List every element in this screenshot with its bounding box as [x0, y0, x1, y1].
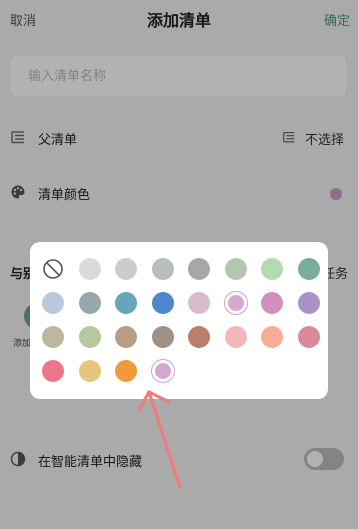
- color-swatch[interactable]: [151, 258, 174, 280]
- color-swatch[interactable]: [188, 258, 210, 280]
- color-swatch[interactable]: [224, 326, 247, 348]
- color-swatch[interactable]: [115, 292, 137, 314]
- color-swatch[interactable]: [261, 258, 283, 280]
- color-swatch[interactable]: [188, 326, 210, 348]
- color-swatch[interactable]: [297, 292, 320, 314]
- color-swatch-selected[interactable]: [224, 292, 247, 314]
- color-swatch-selected[interactable]: [151, 360, 174, 382]
- color-swatch[interactable]: [78, 360, 101, 382]
- color-swatch[interactable]: [42, 326, 64, 348]
- color-swatch[interactable]: [78, 292, 101, 314]
- color-swatch[interactable]: [42, 292, 64, 314]
- color-swatch[interactable]: [42, 360, 64, 382]
- color-swatch[interactable]: [115, 258, 137, 280]
- color-swatch[interactable]: [115, 326, 137, 348]
- color-swatch[interactable]: [78, 326, 101, 348]
- color-swatch[interactable]: [261, 326, 283, 348]
- color-swatch[interactable]: [151, 326, 174, 348]
- color-swatch[interactable]: [188, 292, 210, 314]
- color-swatch[interactable]: [224, 258, 247, 280]
- color-swatch[interactable]: [78, 258, 101, 280]
- color-picker-popup: [30, 242, 328, 399]
- color-swatch[interactable]: [151, 292, 174, 314]
- color-swatch[interactable]: [115, 360, 137, 382]
- color-swatch[interactable]: [297, 258, 320, 280]
- color-swatch[interactable]: [297, 326, 320, 348]
- no-color-icon[interactable]: [42, 258, 64, 280]
- color-swatch[interactable]: [261, 292, 283, 314]
